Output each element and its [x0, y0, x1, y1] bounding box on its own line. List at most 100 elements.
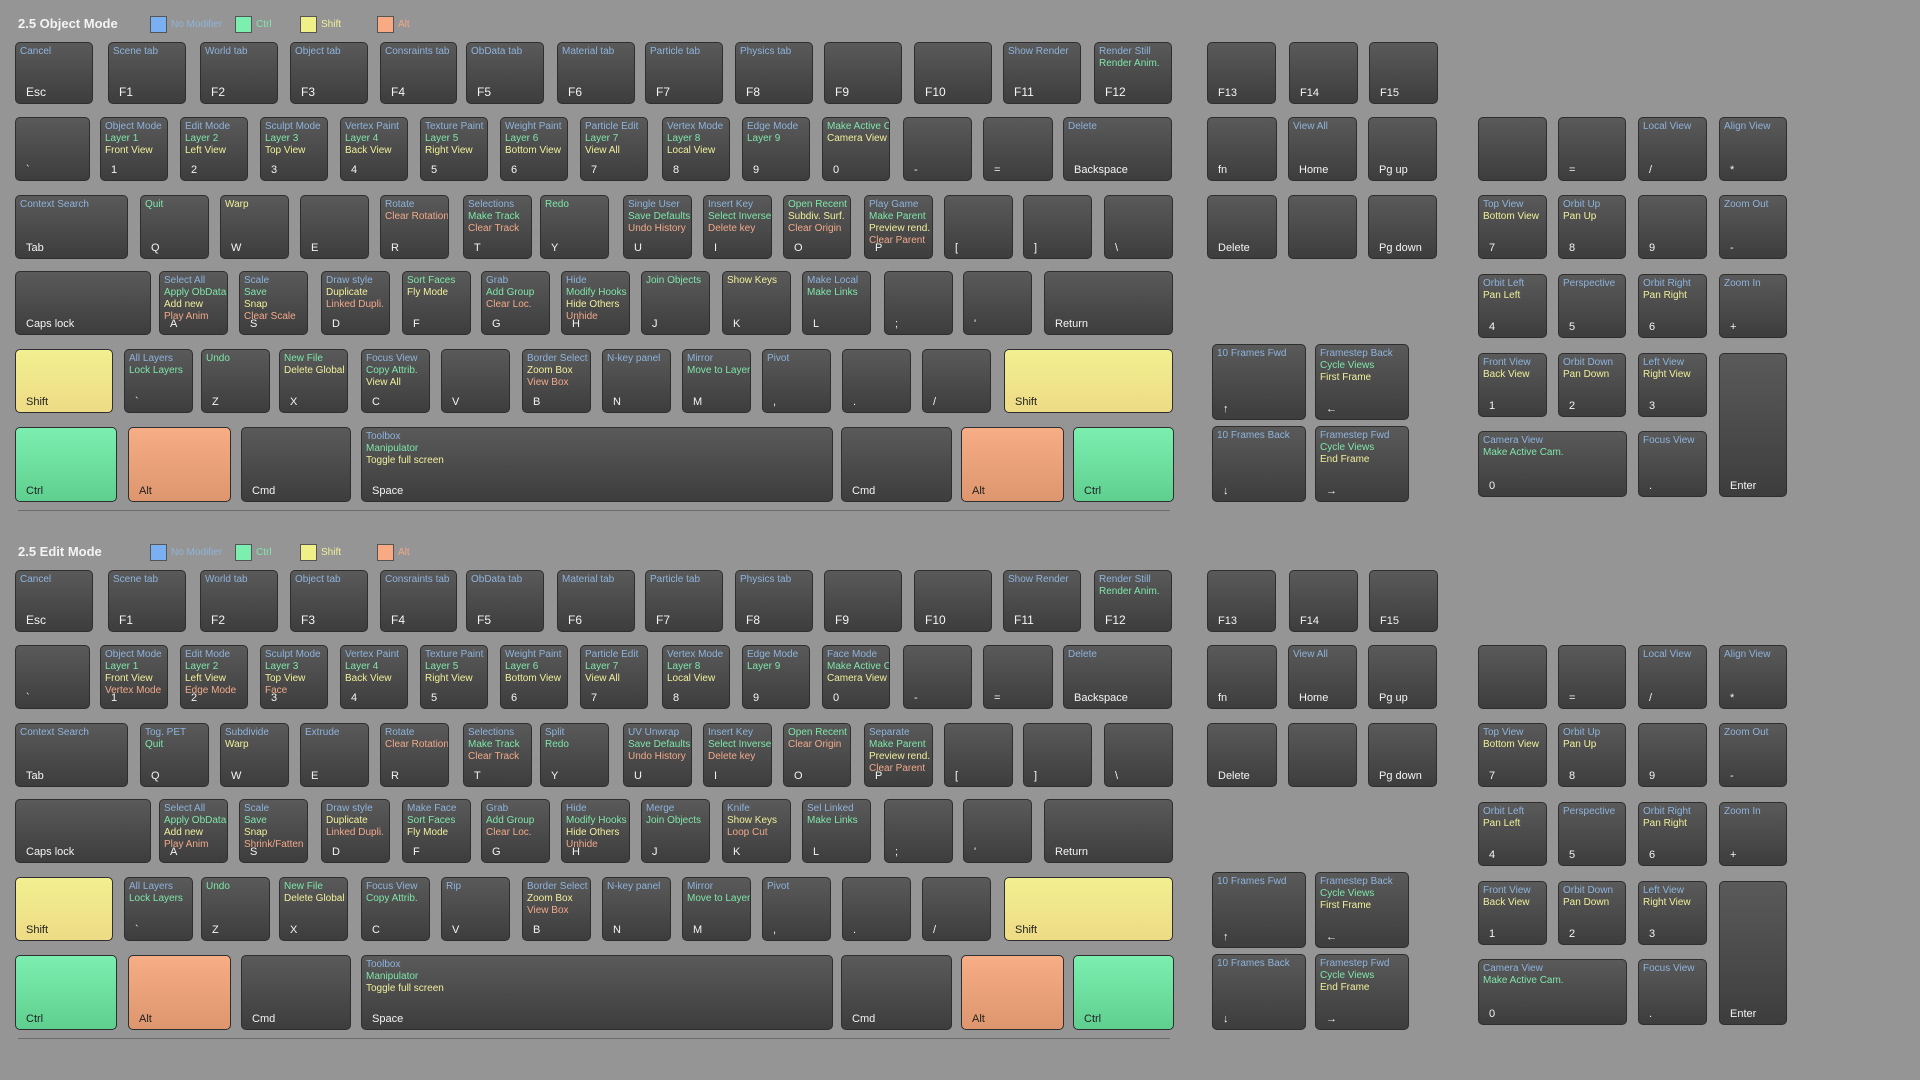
key-a[interactable]: Select All Apply ObData Add new Play Anim A	[159, 271, 228, 335]
key-1[interactable]: Front View Back View 1	[1478, 881, 1547, 945]
key-ctrl[interactable]: Ctrl	[1073, 427, 1174, 502]
key-f11[interactable]: Show Render F11	[1003, 42, 1081, 104]
key-l[interactable]: Sel Linked Make Links L	[802, 799, 871, 863]
key-equals[interactable]: =	[983, 117, 1053, 181]
key-6[interactable]: Weight Paint Layer 6 Bottom View 6	[500, 117, 568, 181]
key-arrow-down[interactable]: 10 Frames Back ↓	[1212, 426, 1306, 502]
key-x[interactable]: New File Delete Global X	[279, 349, 348, 413]
key-pg-up[interactable]: Pg up	[1368, 117, 1437, 181]
key-r[interactable]: Rotate Clear Rotation R	[380, 195, 449, 259]
key-k[interactable]: Knife Show Keys Loop Cut K	[722, 799, 791, 863]
key-f5[interactable]: ObData tab F5	[466, 42, 544, 104]
key-q[interactable]: Tog. PET Quit Q	[140, 723, 209, 787]
key-left-bracket[interactable]: [	[944, 723, 1013, 787]
key-f11[interactable]: Show Render F11	[1003, 570, 1081, 632]
key-r[interactable]: Rotate Clear Rotation R	[380, 723, 449, 787]
key-minus[interactable]: Zoom Out -	[1719, 195, 1787, 259]
key-semicolon[interactable]: ;	[884, 271, 953, 335]
key-esc[interactable]: Cancel Esc	[15, 570, 93, 632]
key-home[interactable]: View All Home	[1288, 645, 1357, 709]
key-caps-lock[interactable]: Caps lock	[15, 799, 151, 863]
key-backslash[interactable]: \	[1104, 723, 1173, 787]
key-f2[interactable]: World tab F2	[200, 570, 278, 632]
key-f3[interactable]: Object tab F3	[290, 42, 368, 104]
key-v[interactable]: Rip V	[441, 877, 510, 941]
key-5[interactable]: Texture Paint Layer 5 Right View 5	[420, 117, 488, 181]
key-f10[interactable]: F10	[914, 570, 992, 632]
key-8[interactable]: Vertex Mode Layer 8 Local View 8	[662, 117, 730, 181]
key-f9[interactable]: F9	[824, 42, 902, 104]
key-arrow-left[interactable]: Framestep Back Cycle Views First Frame ←	[1315, 872, 1409, 948]
key-f8[interactable]: Physics tab F8	[735, 570, 813, 632]
key-backtick[interactable]: `	[15, 117, 90, 181]
key-f4[interactable]: Consraints tab F4	[380, 42, 457, 104]
key-3[interactable]: Left View Right View 3	[1638, 881, 1707, 945]
key-f14[interactable]: F14	[1289, 42, 1358, 104]
key-5[interactable]: Perspective 5	[1558, 274, 1626, 338]
key-h[interactable]: Hide Modify Hooks Hide Others Unhide H	[561, 271, 630, 335]
key-z[interactable]: Undo Z	[201, 349, 270, 413]
key-m[interactable]: Mirror Move to Layer M	[682, 349, 751, 413]
key-minus[interactable]: Zoom Out -	[1719, 723, 1787, 787]
key-slash[interactable]: /	[922, 349, 991, 413]
key-arrow-left[interactable]: Framestep Back Cycle Views First Frame ←	[1315, 344, 1409, 420]
key-m[interactable]: Mirror Move to Layer M	[682, 877, 751, 941]
key-tab[interactable]: Context Search Tab	[15, 195, 128, 259]
key-8[interactable]: Vertex Mode Layer 8 Local View 8	[662, 645, 730, 709]
key-d[interactable]: Draw style Duplicate Linked Dupli. D	[321, 271, 390, 335]
key-space[interactable]: Toolbox Manipulator Toggle full screen Spac…	[361, 427, 833, 502]
key-0[interactable]: Face ModeMake Active Cam.Camera View 0	[822, 645, 890, 709]
key-7[interactable]: Top View Bottom View 7	[1478, 723, 1547, 787]
key-2[interactable]: Orbit Down Pan Down 2	[1558, 353, 1626, 417]
key-asterisk[interactable]: Align View *	[1719, 117, 1787, 181]
key-o[interactable]: Open Recent Clear Origin O	[783, 723, 851, 787]
key-7[interactable]: Particle Edit Layer 7 View All 7	[580, 117, 648, 181]
key-delete[interactable]: Delete	[1207, 195, 1277, 259]
key-shift[interactable]: Shift	[1004, 877, 1173, 941]
key-f13[interactable]: F13	[1207, 570, 1276, 632]
key-f1[interactable]: Scene tab F1	[108, 570, 186, 632]
key-f[interactable]: Sort Faces Fly Mode F	[402, 271, 471, 335]
key-alt[interactable]: Alt	[961, 955, 1064, 1030]
key-v[interactable]: V	[441, 349, 510, 413]
key-t[interactable]: Selections Make Track Clear Track T	[463, 723, 532, 787]
key-j[interactable]: Join Objects J	[641, 271, 710, 335]
key-quote[interactable]: '	[963, 799, 1032, 863]
key-blank[interactable]	[1288, 723, 1357, 787]
key-5[interactable]: Texture Paint Layer 5 Right View 5	[420, 645, 488, 709]
key-f15[interactable]: F15	[1369, 42, 1438, 104]
key-l[interactable]: Make Local Make Links L	[802, 271, 871, 335]
key-tab[interactable]: Context Search Tab	[15, 723, 128, 787]
key-equals[interactable]: =	[1558, 645, 1626, 709]
key-shift[interactable]: Shift	[15, 349, 113, 413]
key-g[interactable]: Grab Add Group Clear Loc. G	[481, 799, 550, 863]
key-f12[interactable]: Render Still Render Anim. F12	[1094, 42, 1172, 104]
key-fn[interactable]: fn	[1207, 645, 1277, 709]
key-plus[interactable]: Zoom In +	[1719, 802, 1787, 866]
key-quote[interactable]: '	[963, 271, 1032, 335]
key-e[interactable]: Extrude E	[300, 723, 369, 787]
key-f6[interactable]: Material tab F6	[557, 570, 635, 632]
key-2[interactable]: Edit Mode Layer 2 Left View Edge Mode 2	[180, 645, 248, 709]
key-k[interactable]: Show Keys K	[722, 271, 791, 335]
key-f9[interactable]: F9	[824, 570, 902, 632]
key-right-bracket[interactable]: ]	[1023, 195, 1092, 259]
key-f5[interactable]: ObData tab F5	[466, 570, 544, 632]
key-c[interactable]: Focus View Copy Attrib. View All C	[361, 349, 430, 413]
key-comma[interactable]: Pivot,	[762, 349, 831, 413]
key-blank[interactable]	[1288, 195, 1357, 259]
key-8[interactable]: Orbit Up Pan Up 8	[1558, 723, 1626, 787]
key-arrow-right[interactable]: Framestep Fwd Cycle Views End Frame →	[1315, 954, 1409, 1030]
key-f7[interactable]: Particle tab F7	[645, 42, 723, 104]
key-blank[interactable]	[1478, 117, 1547, 181]
key-alt[interactable]: Alt	[128, 955, 231, 1030]
key-pg-up[interactable]: Pg up	[1368, 645, 1437, 709]
key-right-bracket[interactable]: ]	[1023, 723, 1092, 787]
key-delete[interactable]: Delete	[1207, 723, 1277, 787]
key-w[interactable]: Warp W	[220, 195, 289, 259]
key-4[interactable]: Orbit Left Pan Left 4	[1478, 274, 1547, 338]
key-alt[interactable]: Alt	[128, 427, 231, 502]
key-6[interactable]: Weight Paint Layer 6 Bottom View 6	[500, 645, 568, 709]
key-g[interactable]: Grab Add Group Clear Loc. G	[481, 271, 550, 335]
key-f14[interactable]: F14	[1289, 570, 1358, 632]
